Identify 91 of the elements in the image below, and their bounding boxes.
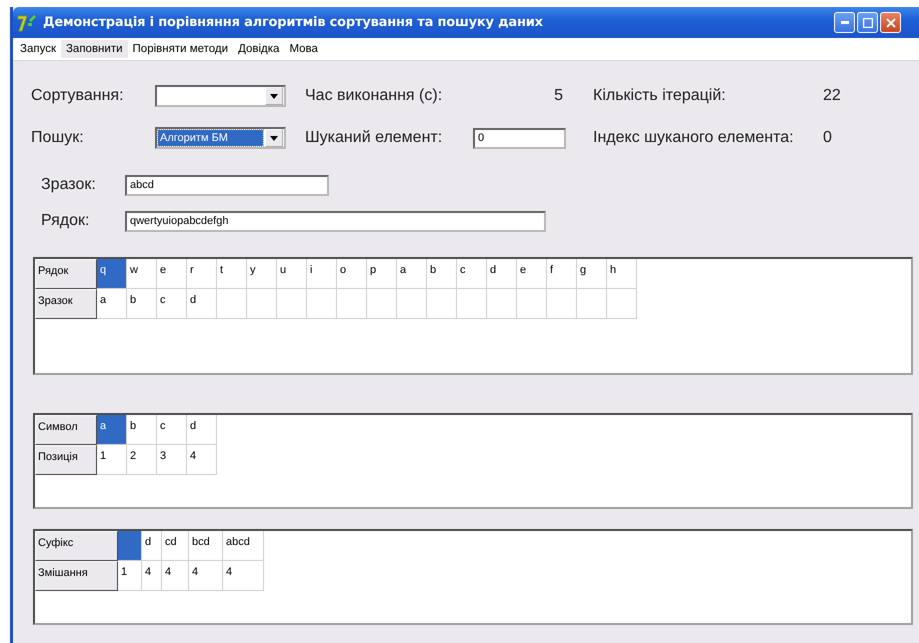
window-title: Демонстрація і порівняння алгоритмів сортування та пошуку даних <box>43 15 544 30</box>
grid-cell[interactable] <box>457 289 487 319</box>
pattern-field[interactable]: abcd <box>125 174 329 196</box>
grid-cell[interactable]: a <box>397 259 427 289</box>
grid-cell[interactable]: p <box>367 259 397 289</box>
grid-cell[interactable] <box>577 289 607 319</box>
grid-cell[interactable] <box>118 531 142 561</box>
grid-cell[interactable]: 4 <box>162 561 189 591</box>
menu-item[interactable]: Запуск <box>15 40 61 58</box>
grid-cell[interactable]: b <box>127 289 157 319</box>
field-label: Зразок: <box>41 176 97 194</box>
grid-cell[interactable]: 2 <box>127 445 157 475</box>
time-value: 5 <box>554 87 563 105</box>
field-label: Пошук: <box>31 129 85 147</box>
grid-cell[interactable] <box>397 289 427 319</box>
close-icon <box>886 18 896 28</box>
grid-cell[interactable]: h <box>607 259 637 289</box>
menu-item[interactable]: Мова <box>284 40 323 58</box>
grid-cell[interactable] <box>487 289 517 319</box>
grid-cell[interactable]: g <box>577 259 607 289</box>
grid-cell[interactable]: b <box>427 259 457 289</box>
row-header: Рядок <box>35 259 97 289</box>
grid-cell[interactable]: f <box>547 259 577 289</box>
field-label: Сортування: <box>31 87 125 105</box>
grid-cell[interactable]: t <box>217 259 247 289</box>
grid-cell[interactable]: r <box>187 259 217 289</box>
grid-cell[interactable] <box>277 289 307 319</box>
grid-cell[interactable]: b <box>127 415 157 445</box>
grid-cell[interactable]: e <box>157 259 187 289</box>
grid-cell[interactable] <box>517 289 547 319</box>
string-field[interactable]: qwertyuiopabcdefgh <box>125 210 546 232</box>
grid-cell[interactable]: 4 <box>189 561 223 591</box>
grid-cell[interactable]: y <box>247 259 277 289</box>
menu-item[interactable]: Порівняти методи <box>128 40 234 58</box>
grid-cell[interactable]: q <box>97 259 127 289</box>
grid-cell[interactable]: w <box>127 259 157 289</box>
grid-cell[interactable] <box>217 289 247 319</box>
app-logo-icon <box>17 14 37 32</box>
grid-cell[interactable]: e <box>517 259 547 289</box>
grid-cell[interactable]: bcd <box>189 531 223 561</box>
grid-cell[interactable]: d <box>142 531 162 561</box>
field-label: Кількість ітерацій: <box>593 87 727 105</box>
row-header: Змішання <box>35 561 118 591</box>
grid-cell[interactable] <box>247 289 277 319</box>
row-header: Символ <box>35 415 97 445</box>
grid-cell[interactable]: i <box>307 259 337 289</box>
row-header: Позиція <box>35 445 97 475</box>
maximize-icon <box>862 18 872 28</box>
menu-item[interactable]: Заповнити <box>60 40 128 58</box>
grid-cell[interactable]: d <box>187 289 217 319</box>
search-dropdown[interactable]: Алгоритм БМ <box>155 127 286 149</box>
maximize-button[interactable] <box>857 12 878 33</box>
dropdown-arrow-icon <box>270 94 278 98</box>
grid-cell[interactable] <box>337 289 367 319</box>
sort-dropdown[interactable] <box>155 85 286 107</box>
grid-cell[interactable]: a <box>97 289 127 319</box>
iterations-value: 22 <box>823 87 841 105</box>
grid-cell[interactable]: 4 <box>142 561 162 591</box>
grid-cell[interactable]: 1 <box>118 561 142 591</box>
grid-cell[interactable] <box>427 289 457 319</box>
grid-cell[interactable] <box>547 289 577 319</box>
index-value: 0 <box>823 129 832 147</box>
grid-cell[interactable]: d <box>187 415 217 445</box>
row-header: Суфікс <box>35 531 118 561</box>
grid-cell[interactable]: c <box>457 259 487 289</box>
field-label: Шуканий елемент: <box>305 129 444 147</box>
grid-cell[interactable]: c <box>157 289 187 319</box>
grid-cell[interactable] <box>607 289 637 319</box>
grid-cell[interactable]: o <box>337 259 367 289</box>
grid-cell[interactable]: 1 <box>97 445 127 475</box>
grid-cell[interactable] <box>307 289 337 319</box>
minimize-button[interactable] <box>834 12 855 33</box>
grid-cell[interactable]: 3 <box>157 445 187 475</box>
field-label: Час виконання (с): <box>305 87 444 105</box>
field-label: Індекс шуканого елемента: <box>593 129 795 147</box>
target-field[interactable]: 0 <box>473 128 566 148</box>
grid-cell[interactable]: 4 <box>187 445 217 475</box>
field-label: Рядок: <box>41 212 90 230</box>
grid-cell[interactable]: u <box>277 259 307 289</box>
minimize-icon <box>840 21 848 24</box>
row-header: Зразок <box>35 289 97 319</box>
close-button[interactable] <box>880 12 901 33</box>
grid-cell[interactable]: abcd <box>223 531 264 561</box>
grid-cell[interactable]: c <box>157 415 187 445</box>
grid-cell[interactable]: 4 <box>223 561 264 591</box>
grid-cell[interactable] <box>367 289 397 319</box>
menu-item[interactable]: Довідка <box>233 40 284 58</box>
grid-cell[interactable]: a <box>97 415 127 445</box>
grid-cell[interactable]: cd <box>162 531 189 561</box>
grid-cell[interactable]: d <box>487 259 517 289</box>
dropdown-arrow-icon <box>270 136 278 140</box>
